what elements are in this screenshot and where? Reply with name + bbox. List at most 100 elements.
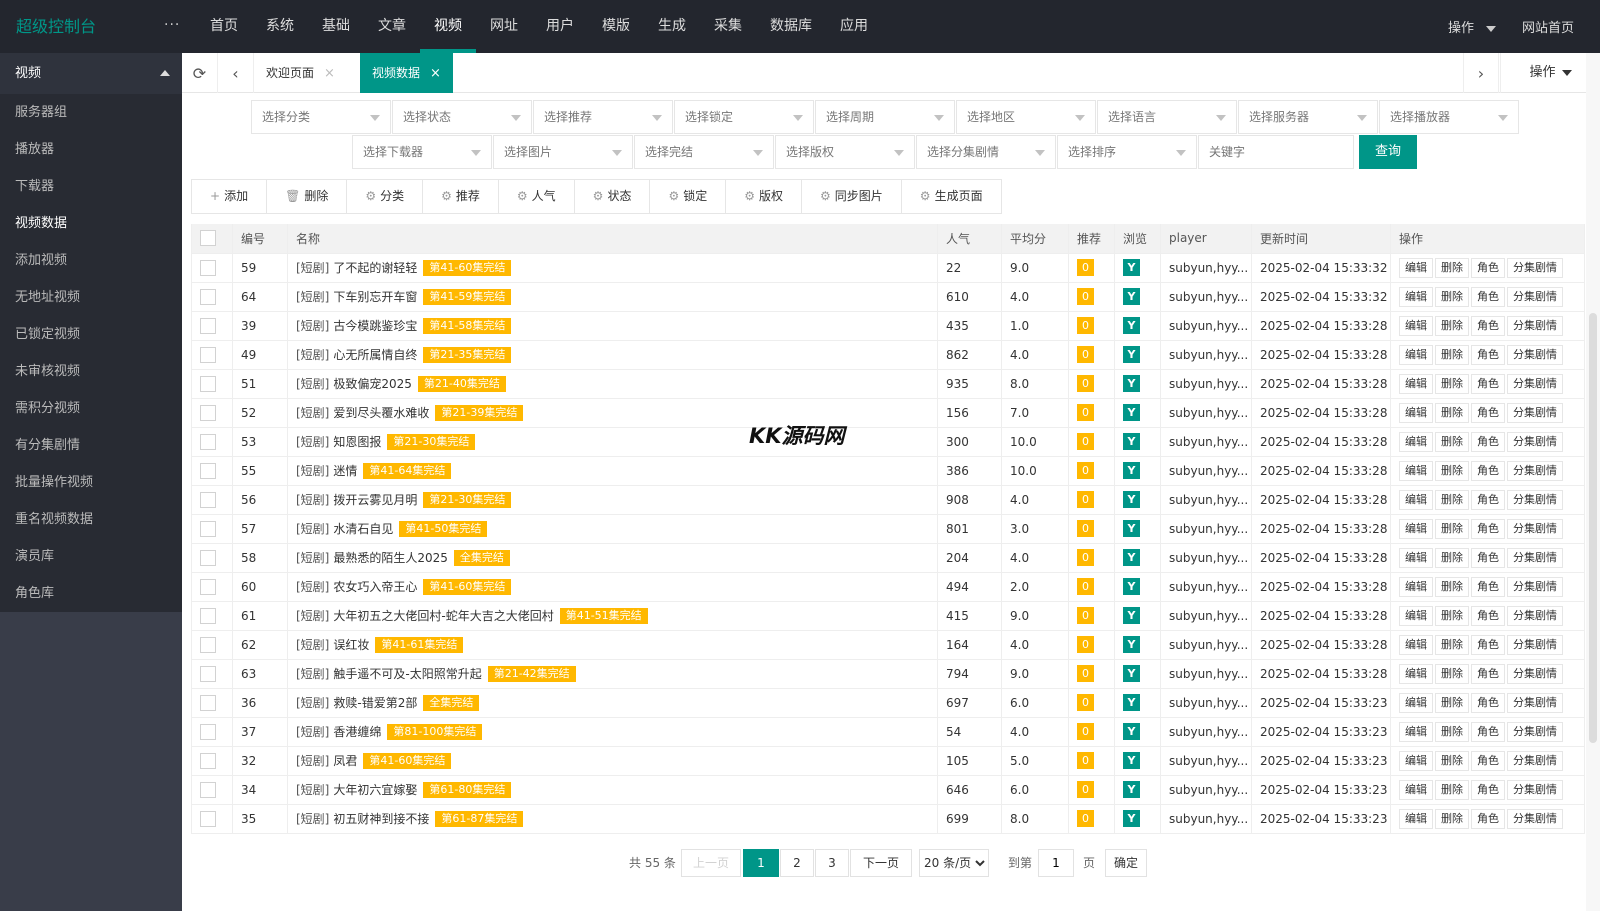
table-row[interactable]: 51 [短剧] 极致偏宠2025 第21-40集完结 935 8.0 0 Ysubyun,hy… bbox=[191, 369, 1585, 399]
delete-button[interactable]: 删除 bbox=[1435, 605, 1469, 626]
recommend-badge[interactable]: 0 bbox=[1077, 694, 1094, 711]
toolbar-button-3[interactable]: ⚙ 推荐 bbox=[423, 180, 499, 213]
sidebar-item-6[interactable]: 已锁定视频 bbox=[0, 316, 182, 353]
episode-plot-button[interactable]: 分集剧情 bbox=[1507, 605, 1563, 626]
recommend-badge[interactable]: 0 bbox=[1077, 723, 1094, 740]
edit-button[interactable]: 编辑 bbox=[1399, 402, 1433, 423]
table-row[interactable]: 56 [短剧] 拨开云雾见月明 第21-30集完结 908 4.0 0 Ysubyun,hyy… bbox=[191, 485, 1585, 515]
table-row[interactable]: 37 [短剧] 香港缠绵 第81-100集完结 54 4.0 0 Ysubyun,hyy...… bbox=[191, 717, 1585, 747]
sidebar-item-11[interactable]: 重名视频数据 bbox=[0, 501, 182, 538]
table-row[interactable]: 39 [短剧] 古今模跳鉴珍宝 第41-58集完结 435 1.0 0 Ysubyun,hyy… bbox=[191, 311, 1585, 341]
episode-plot-button[interactable]: 分集剧情 bbox=[1507, 286, 1563, 307]
recommend-badge[interactable]: 0 bbox=[1077, 375, 1094, 392]
nav-item-1[interactable]: 系统 bbox=[252, 0, 308, 53]
toolbar-button-4[interactable]: ⚙ 人气 bbox=[499, 180, 575, 213]
edit-button[interactable]: 编辑 bbox=[1399, 721, 1433, 742]
edit-button[interactable]: 编辑 bbox=[1399, 489, 1433, 510]
table-row[interactable]: 62 [短剧] 误红妆 第41-61集完结 164 4.0 0 Ysubyun,hyy... 2… bbox=[191, 630, 1585, 660]
delete-button[interactable]: 删除 bbox=[1435, 286, 1469, 307]
edit-button[interactable]: 编辑 bbox=[1399, 547, 1433, 568]
filter-select-r2-1[interactable]: 选择图片 bbox=[493, 135, 633, 169]
view-badge[interactable]: Y bbox=[1123, 578, 1140, 595]
row-checkbox[interactable] bbox=[200, 752, 216, 769]
recommend-badge[interactable]: 0 bbox=[1077, 520, 1094, 537]
table-row[interactable]: 59 [短剧] 了不起的谢轻轻 第41-60集完结 22 9.0 0 Ysubyun,hyy.… bbox=[191, 253, 1585, 283]
page-2-button[interactable]: 2 bbox=[780, 849, 814, 877]
role-button[interactable]: 角色 bbox=[1471, 373, 1505, 394]
nav-item-2[interactable]: 基础 bbox=[308, 0, 364, 53]
role-button[interactable]: 角色 bbox=[1471, 431, 1505, 452]
table-row[interactable]: 57 [短剧] 水清石自见 第41-50集完结 801 3.0 0 Ysubyun,hyy..… bbox=[191, 514, 1585, 544]
row-checkbox[interactable] bbox=[200, 404, 216, 421]
filter-select-7[interactable]: 选择服务器 bbox=[1238, 100, 1378, 134]
role-button[interactable]: 角色 bbox=[1471, 518, 1505, 539]
table-row[interactable]: 49 [短剧] 心无所属情自终 第21-35集完结 862 4.0 0 Ysubyun,hyy… bbox=[191, 340, 1585, 370]
filter-select-r2-2[interactable]: 选择完结 bbox=[634, 135, 774, 169]
role-button[interactable]: 角色 bbox=[1471, 692, 1505, 713]
episode-plot-button[interactable]: 分集剧情 bbox=[1507, 750, 1563, 771]
video-name-link[interactable]: 水清石自见 bbox=[333, 522, 393, 536]
tab-prev-icon[interactable]: ‹ bbox=[218, 53, 254, 93]
row-checkbox[interactable] bbox=[200, 491, 216, 508]
edit-button[interactable]: 编辑 bbox=[1399, 315, 1433, 336]
edit-button[interactable]: 编辑 bbox=[1399, 431, 1433, 452]
toolbar-button-1[interactable]: 🗑 删除 bbox=[267, 180, 348, 213]
toolbar-button-2[interactable]: ⚙ 分类 bbox=[347, 180, 424, 213]
page-scrollbar[interactable] bbox=[1586, 53, 1600, 911]
episode-plot-button[interactable]: 分集剧情 bbox=[1507, 663, 1563, 684]
toolbar-button-5[interactable]: ⚙ 状态 bbox=[575, 180, 651, 213]
video-name-link[interactable]: 了不起的谢轻轻 bbox=[333, 261, 417, 275]
recommend-badge[interactable]: 0 bbox=[1077, 781, 1094, 798]
role-button[interactable]: 角色 bbox=[1471, 779, 1505, 800]
filter-select-4[interactable]: 选择周期 bbox=[815, 100, 955, 134]
view-badge[interactable]: Y bbox=[1123, 462, 1140, 479]
table-row[interactable]: 63 [短剧] 触手遥不可及-太阳照常升起 第21-42集完结 794 9.0 0 Ysuby… bbox=[191, 659, 1585, 689]
view-badge[interactable]: Y bbox=[1123, 549, 1140, 566]
tab-ops-menu[interactable]: 操作 bbox=[1500, 53, 1600, 93]
view-badge[interactable]: Y bbox=[1123, 491, 1140, 508]
sidebar-item-13[interactable]: 角色库 bbox=[0, 575, 182, 612]
nav-item-9[interactable]: 采集 bbox=[700, 0, 756, 53]
recommend-badge[interactable]: 0 bbox=[1077, 549, 1094, 566]
toolbar-button-9[interactable]: ⚙ 生成页面 bbox=[902, 180, 1001, 213]
delete-button[interactable]: 删除 bbox=[1435, 460, 1469, 481]
video-name-link[interactable]: 救赎-错爱第2部 bbox=[333, 696, 417, 710]
role-button[interactable]: 角色 bbox=[1471, 315, 1505, 336]
page-1-button[interactable]: 1 bbox=[743, 849, 779, 877]
video-name-link[interactable]: 迷情 bbox=[333, 464, 357, 478]
recommend-badge[interactable]: 0 bbox=[1077, 491, 1094, 508]
page-3-button[interactable]: 3 bbox=[815, 849, 849, 877]
toolbar-button-7[interactable]: ⚙ 版权 bbox=[726, 180, 803, 213]
episode-plot-button[interactable]: 分集剧情 bbox=[1507, 460, 1563, 481]
edit-button[interactable]: 编辑 bbox=[1399, 373, 1433, 394]
recommend-badge[interactable]: 0 bbox=[1077, 288, 1094, 305]
filter-select-5[interactable]: 选择地区 bbox=[956, 100, 1096, 134]
delete-button[interactable]: 删除 bbox=[1435, 808, 1469, 829]
video-name-link[interactable]: 农女巧入帝王心 bbox=[333, 580, 417, 594]
filter-select-r2-0[interactable]: 选择下载器 bbox=[352, 135, 492, 169]
row-checkbox[interactable] bbox=[200, 520, 216, 537]
role-button[interactable]: 角色 bbox=[1471, 634, 1505, 655]
role-button[interactable]: 角色 bbox=[1471, 721, 1505, 742]
table-row[interactable]: 53 [短剧] 知恩图报 第21-30集完结 300 10.0 0 Ysubyun,hyy..… bbox=[191, 427, 1585, 457]
close-icon[interactable]: × bbox=[324, 66, 335, 81]
table-row[interactable]: 64 [短剧] 下车别忘开车窗 第41-59集完结 610 4.0 0 Ysubyun,hyy… bbox=[191, 282, 1585, 312]
delete-button[interactable]: 删除 bbox=[1435, 344, 1469, 365]
sidebar-item-5[interactable]: 无地址视频 bbox=[0, 279, 182, 316]
episode-plot-button[interactable]: 分集剧情 bbox=[1507, 315, 1563, 336]
video-name-link[interactable]: 凤君 bbox=[333, 754, 357, 768]
role-button[interactable]: 角色 bbox=[1471, 663, 1505, 684]
edit-button[interactable]: 编辑 bbox=[1399, 605, 1433, 626]
col-header-name[interactable]: 名称 bbox=[287, 224, 938, 254]
role-button[interactable]: 角色 bbox=[1471, 402, 1505, 423]
edit-button[interactable]: 编辑 bbox=[1399, 692, 1433, 713]
recommend-badge[interactable]: 0 bbox=[1077, 665, 1094, 682]
table-row[interactable]: 35 [短剧] 初五财神到接不接 第61-87集完结 699 8.0 0 Ysubyun,hy… bbox=[191, 804, 1585, 834]
recommend-badge[interactable]: 0 bbox=[1077, 636, 1094, 653]
episode-plot-button[interactable]: 分集剧情 bbox=[1507, 431, 1563, 452]
toolbar-button-8[interactable]: ⚙ 同步图片 bbox=[802, 180, 902, 213]
row-checkbox[interactable] bbox=[200, 259, 216, 276]
video-name-link[interactable]: 误红妆 bbox=[333, 638, 369, 652]
recommend-badge[interactable]: 0 bbox=[1077, 607, 1094, 624]
video-name-link[interactable]: 大年初五之大佬回村-蛇年大吉之大佬回村 bbox=[333, 609, 553, 623]
